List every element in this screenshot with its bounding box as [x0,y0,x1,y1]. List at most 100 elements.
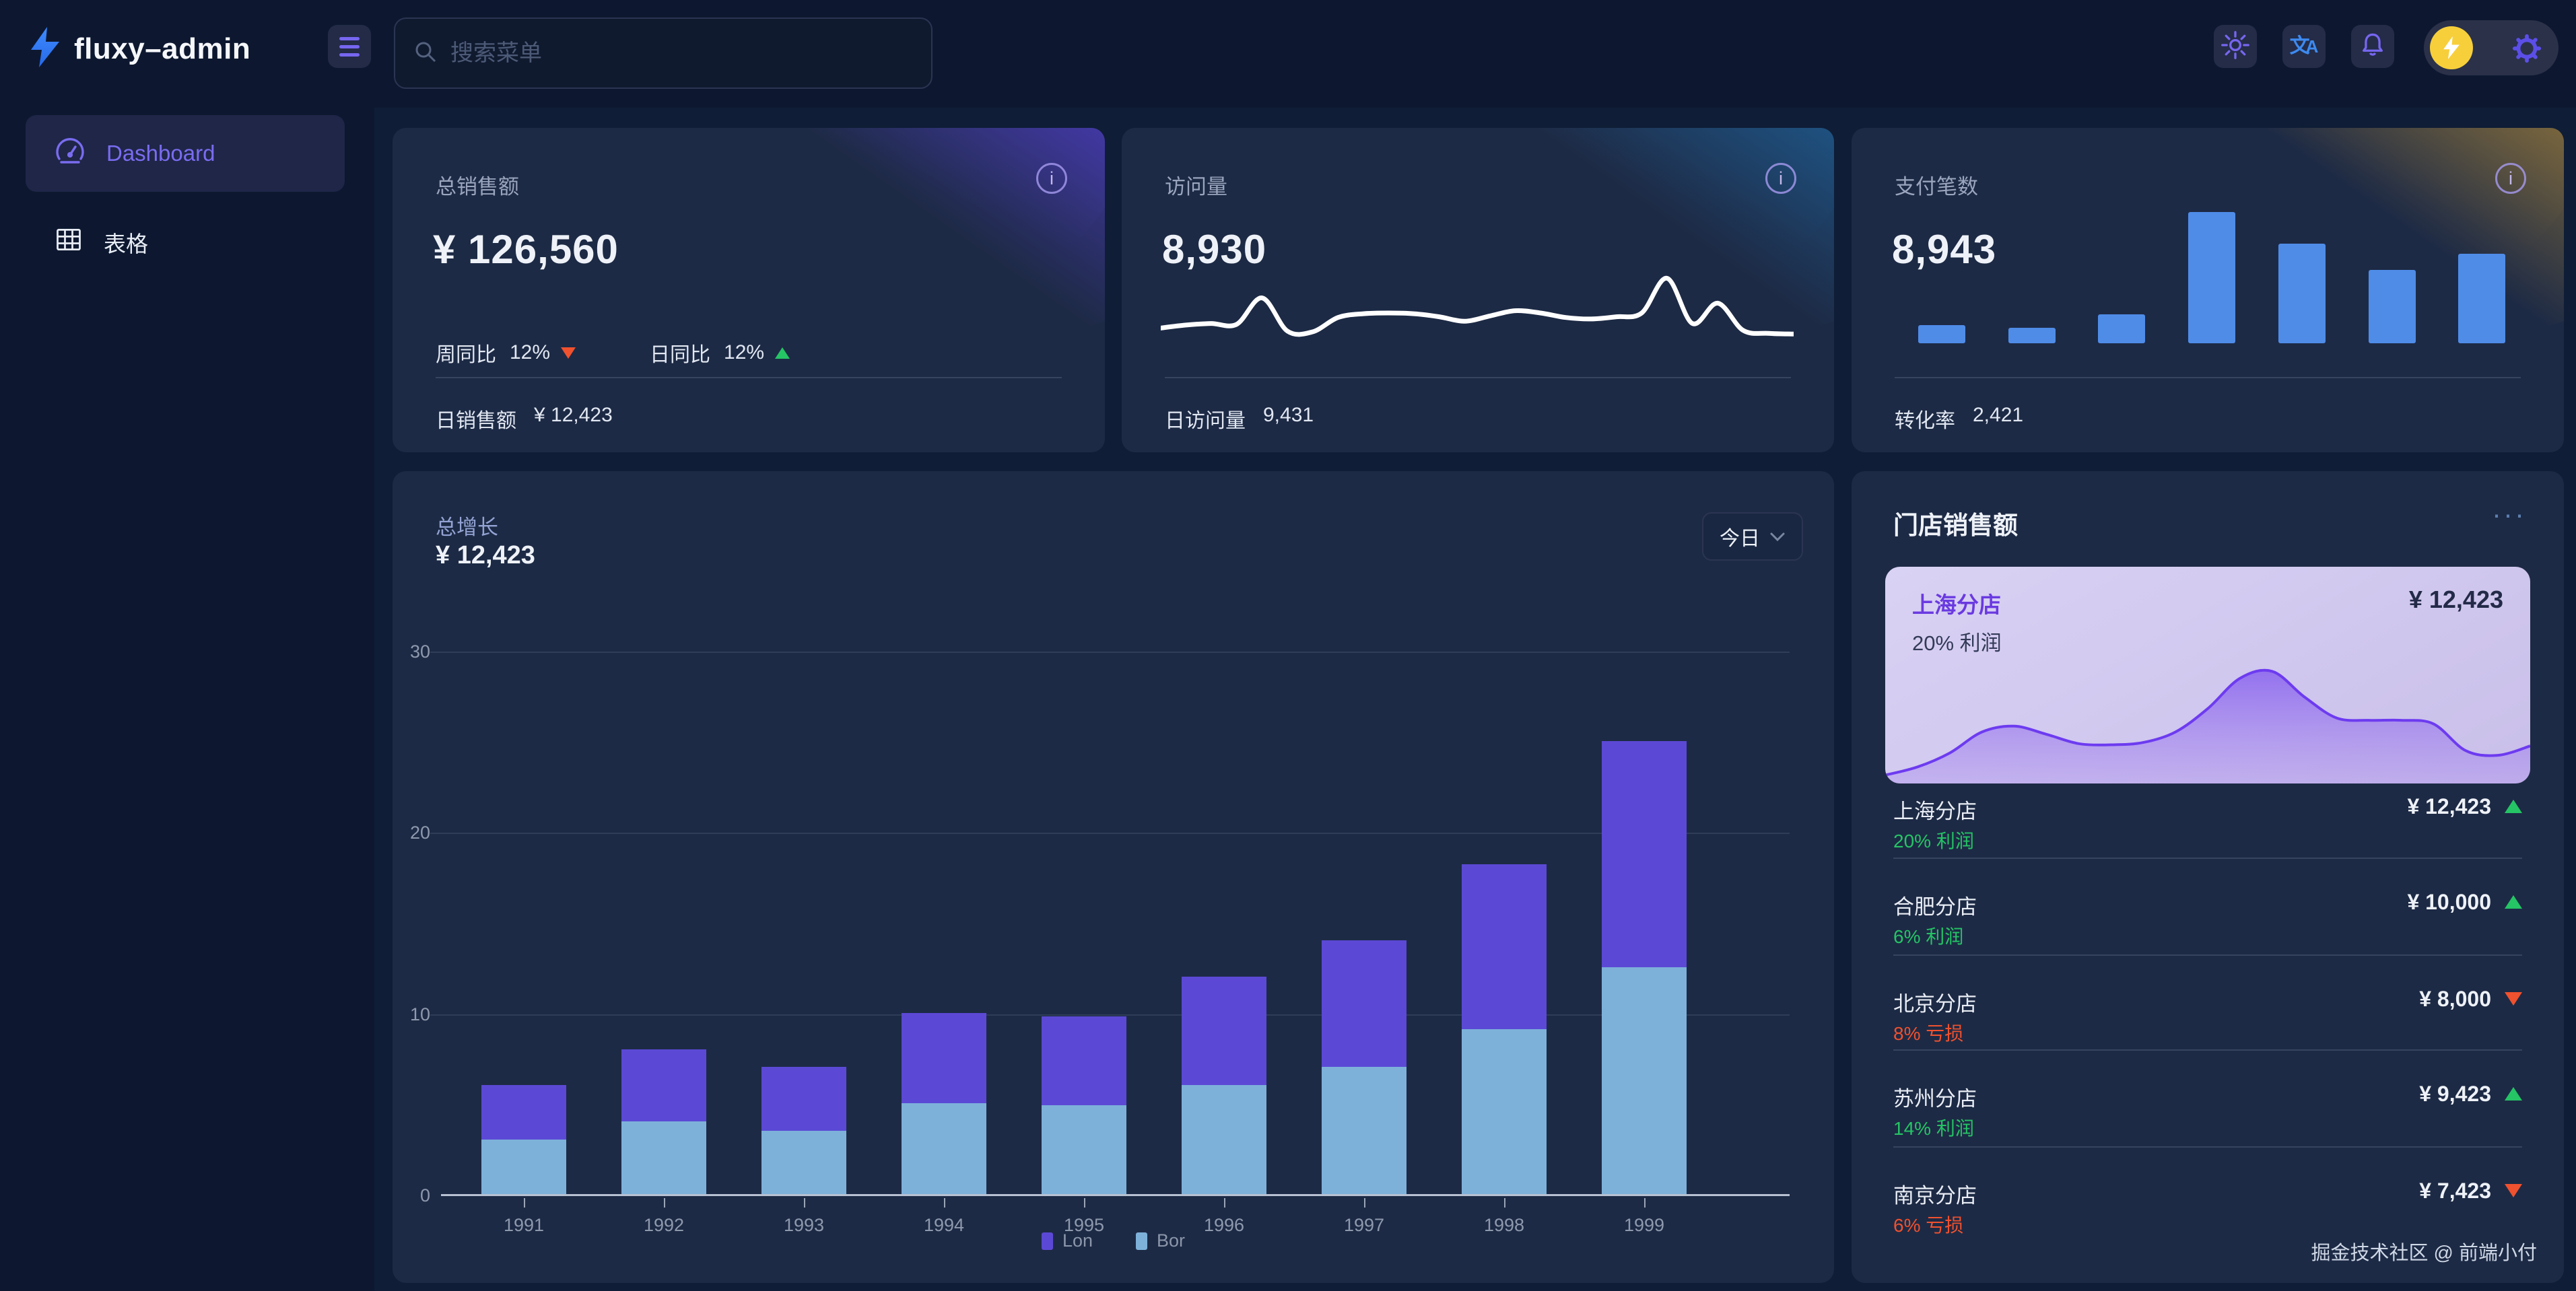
sidebar: Dashboard 表格 [0,108,374,1291]
legend-label: Lon [1062,1230,1093,1251]
table-icon [54,225,83,260]
footer-value: 2,421 [1973,404,2023,433]
chevron-down-icon [1769,525,1786,548]
featured-shop-profit: 20% 利润 [1912,626,2002,656]
divider [1895,377,2521,378]
stat-value: ¥ 126,560 [433,226,619,273]
shop-list-item[interactable]: 上海分店 20% 利润 ¥ 12,423 [1893,788,2522,866]
x-axis-tick [1084,1198,1085,1208]
mini-bar [2369,270,2416,343]
shops-panel: 门店销售额 ··· 上海分店 ¥ 12,423 20% 利润 上海分店 20% … [1852,471,2564,1283]
search-icon [413,39,438,68]
divider [1893,1146,2522,1148]
shop-area-chart [1885,659,2530,783]
sun-icon [2221,30,2250,63]
info-icon[interactable]: i [2495,163,2526,194]
shop-profit: 14% 利润 [1893,1114,1974,1141]
gridline [430,833,1790,834]
stacked-bar [902,1013,986,1194]
featured-shop-card[interactable]: 上海分店 ¥ 12,423 20% 利润 [1885,567,2530,783]
trend-arrow-icon [2505,1184,2522,1197]
visits-sparkline-chart [1161,264,1794,355]
trend-arrow-icon [2505,800,2522,813]
legend-label: Bor [1157,1230,1185,1251]
legend-swatch [1042,1232,1053,1250]
stat-footer: 转化率 2,421 [1895,404,2023,433]
shop-name: 南京分店 [1893,1179,1977,1209]
growth-chart-card: 总增长 ¥ 12,423 今日 010203019911992199319941… [393,471,1834,1283]
sidebar-item-label: 表格 [104,226,148,258]
trend-label: 日同比 [650,338,710,368]
more-icon[interactable]: ··· [2492,498,2526,530]
y-axis-label: 10 [398,1004,430,1025]
payments-minibar-chart [1895,202,2523,343]
notifications-button[interactable] [2351,25,2394,68]
shop-list-item[interactable]: 北京分店 8% 亏损 ¥ 8,000 [1893,980,2522,1058]
range-select[interactable]: 今日 [1702,512,1803,561]
mini-bar [2278,244,2326,343]
avatar[interactable] [2430,26,2473,69]
trend-up-icon [775,347,790,359]
stat-label: 支付笔数 [1895,170,1978,200]
shop-value: ¥ 7,423 [2419,1179,2491,1203]
stat-card-payments: 支付笔数 i 8,943 转化率 2,421 [1852,128,2564,452]
legend-item[interactable]: Bor [1136,1230,1185,1251]
range-select-value: 今日 [1720,522,1760,551]
stacked-bar-chart: 0102030199119921993199419951996199719981… [441,652,1790,1196]
shop-value: ¥ 9,423 [2419,1082,2491,1107]
credit-text: 掘金技术社区 @ 前端小付 [2311,1237,2537,1265]
stat-label: 访问量 [1165,170,1227,200]
footer-value: ¥ 12,423 [534,404,613,433]
y-axis-label: 30 [398,641,430,662]
stat-footer: 日访问量 9,431 [1165,404,1314,433]
menu-toggle-button[interactable] [328,25,371,68]
hamburger-icon [339,37,360,57]
language-button[interactable]: 文A [2282,25,2326,68]
trend-row: 周同比 12% 日同比 12% [436,338,790,368]
sidebar-item-dashboard[interactable]: Dashboard [26,115,345,192]
sidebar-item-label: Dashboard [106,141,215,166]
featured-shop-name: 上海分店 [1912,587,2001,619]
gridline [430,652,1790,653]
shop-list-item[interactable]: 合肥分店 6% 利润 ¥ 10,000 [1893,883,2522,961]
shop-loss: 8% 亏损 [1893,1019,1963,1046]
shop-name: 北京分店 [1893,987,1977,1017]
mini-bar [2098,314,2145,343]
stacked-bar [481,1085,566,1194]
stacked-bar [1462,864,1547,1194]
x-axis-tick [664,1198,665,1208]
footer-value: 9,431 [1263,404,1314,433]
search-input[interactable] [450,40,914,67]
translate-icon: 文A [2290,36,2319,57]
x-axis-tick [1364,1198,1365,1208]
y-axis-label: 20 [398,823,430,843]
app-logo: fluxy–admin [30,27,250,71]
chart-value: ¥ 12,423 [436,541,535,570]
trend-arrow-icon [2505,895,2522,909]
stat-card-total-sales: 总销售额 i ¥ 126,560 周同比 12% 日同比 12% 日销售额 ¥ … [393,128,1105,452]
shop-value: ¥ 8,000 [2419,987,2491,1012]
sidebar-item-table[interactable]: 表格 [26,214,345,271]
stat-card-visits: 访问量 i 8,930 日访问量 9,431 [1122,128,1834,452]
decor-circle [675,128,1105,310]
info-icon[interactable]: i [1036,163,1067,194]
stacked-bar [1182,977,1266,1194]
legend-item[interactable]: Lon [1042,1230,1093,1251]
dashboard-screen: fluxy–admin [0,0,2576,1291]
footer-label: 转化率 [1895,404,1955,433]
profile-menu[interactable] [2424,20,2558,75]
mini-bar [1918,325,1965,343]
trend-value: 12% [510,341,550,364]
gauge-icon [54,135,86,172]
chart-title: 总增长 [436,510,498,540]
info-icon[interactable]: i [1765,163,1796,194]
divider [1893,954,2522,956]
gear-icon[interactable] [2511,33,2542,67]
x-axis-tick [1224,1198,1225,1208]
theme-toggle-button[interactable] [2214,25,2257,68]
shop-list-item[interactable]: 苏州分店 14% 利润 ¥ 9,423 [1893,1075,2522,1153]
app-title: fluxy–admin [74,32,250,66]
chart-legend: Lon Bor [393,1230,1834,1251]
topbar: fluxy–admin [0,0,2576,108]
panel-title: 门店销售额 [1893,505,2018,541]
